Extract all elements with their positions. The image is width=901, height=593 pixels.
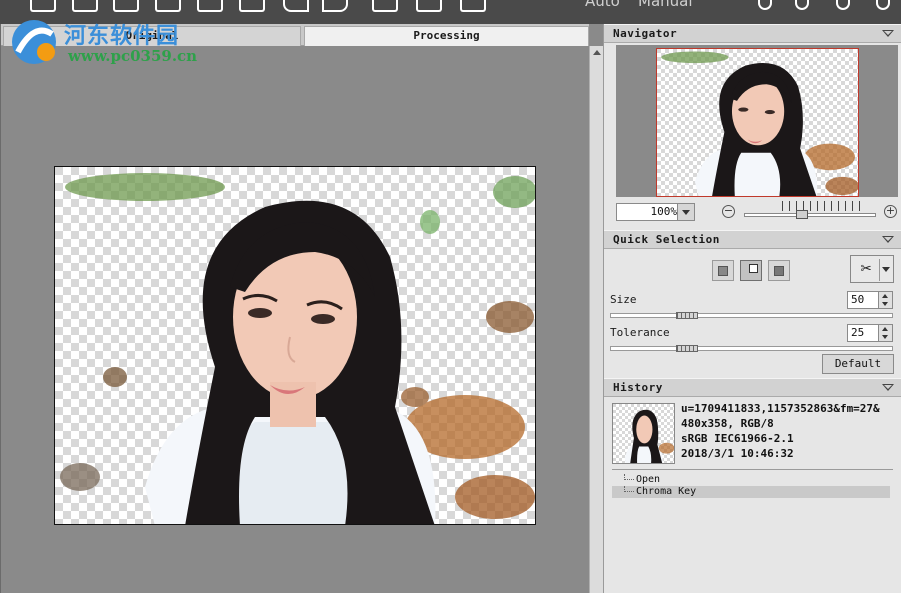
watermark-url: www.pc0359.cn	[68, 47, 198, 65]
add-selection-icon	[749, 264, 758, 273]
divider	[612, 469, 893, 470]
subtract-selection-icon	[774, 266, 784, 276]
history-title: History	[613, 381, 663, 394]
zoom-out-icon[interactable]: −	[722, 205, 735, 218]
image-canvas[interactable]	[54, 166, 536, 525]
help-icon[interactable]	[758, 0, 772, 10]
file-timestamp: 2018/3/1 10:46:32	[681, 447, 794, 460]
navigator-thumbnail	[661, 51, 858, 196]
right-panel: Navigator 100% − + Quick Selection ✂ Siz…	[603, 24, 901, 593]
history-item-open[interactable]: Open	[612, 474, 890, 486]
zoom-ticks	[782, 201, 862, 211]
tolerance-input[interactable]: 25	[847, 324, 879, 342]
zoom-slider[interactable]	[744, 213, 876, 217]
images-icon[interactable]	[197, 0, 223, 12]
collapse-icon[interactable]	[882, 236, 894, 243]
size-slider[interactable]	[610, 312, 893, 319]
portrait-image	[60, 173, 535, 524]
selection-mode-subtract-button[interactable]	[768, 260, 790, 281]
watermark-logo	[12, 20, 56, 64]
size-input[interactable]: 50	[847, 291, 879, 309]
tolerance-spinner[interactable]	[878, 324, 893, 342]
history-file-info: u=1709411833,1157352863&fm=27& 480x358, …	[681, 401, 899, 461]
save-icon[interactable]	[72, 0, 98, 12]
settings-icon[interactable]	[239, 0, 265, 12]
tab-processing[interactable]: Processing	[304, 26, 589, 46]
history-thumbnail	[612, 403, 675, 464]
quick-selection-header[interactable]: Quick Selection	[604, 230, 901, 249]
file-name: u=1709411833,1157352863&fm=27&	[681, 402, 880, 415]
crop-icon[interactable]	[372, 0, 398, 12]
history-item-chroma-key[interactable]: Chroma Key	[612, 486, 890, 498]
square-icon	[718, 266, 728, 276]
info-icon[interactable]	[795, 0, 809, 10]
scroll-up-icon[interactable]	[593, 50, 601, 55]
web-icon[interactable]	[155, 0, 181, 12]
mode-manual-tab[interactable]: Manual	[638, 0, 693, 10]
zoom-in-icon[interactable]: +	[884, 205, 897, 218]
tolerance-slider-thumb[interactable]	[676, 345, 698, 352]
history-item-label: Chroma Key	[636, 486, 697, 497]
history-header[interactable]: History	[604, 378, 901, 397]
redo-icon[interactable]	[322, 0, 348, 12]
print-icon[interactable]	[113, 0, 139, 12]
brush-tool-button[interactable]: ✂	[850, 255, 894, 283]
collapse-icon[interactable]	[882, 384, 894, 391]
mode-auto-tab[interactable]: Auto	[585, 0, 620, 10]
zoom-slider-thumb[interactable]	[796, 210, 808, 219]
size-spinner[interactable]	[878, 291, 893, 309]
share-icon[interactable]	[876, 0, 890, 10]
dropdown-icon[interactable]	[677, 203, 695, 221]
default-button[interactable]: Default	[822, 354, 894, 374]
watermark-title: 河东软件园	[64, 23, 180, 49]
navigator-header[interactable]: Navigator	[604, 24, 901, 43]
tolerance-slider[interactable]	[610, 345, 893, 352]
filter-icon[interactable]	[460, 0, 486, 12]
quick-selection-title: Quick Selection	[613, 233, 720, 246]
gear-icon[interactable]	[836, 0, 850, 10]
selection-mode-new-button[interactable]	[712, 260, 734, 281]
dropdown-icon[interactable]	[882, 267, 890, 272]
history-item-label: Open	[636, 474, 661, 485]
file-color-profile: sRGB IEC61966-2.1	[681, 432, 794, 445]
zoom-level-field[interactable]: 100%	[616, 203, 682, 221]
file-dimensions: 480x358, RGB/8	[681, 417, 774, 430]
size-slider-thumb[interactable]	[676, 312, 698, 319]
size-label: Size	[610, 293, 637, 306]
history-thumbnail-image	[624, 409, 674, 463]
selection-mode-add-button[interactable]	[740, 260, 762, 281]
navigator-viewport[interactable]	[656, 48, 859, 197]
tolerance-label: Tolerance	[610, 326, 670, 339]
vertical-scrollbar[interactable]	[589, 46, 603, 593]
brush-icon: ✂	[860, 258, 872, 279]
open-icon[interactable]	[30, 0, 56, 12]
mask-icon[interactable]	[416, 0, 442, 12]
undo-icon[interactable]	[283, 0, 309, 12]
navigator-title: Navigator	[613, 27, 678, 40]
collapse-icon[interactable]	[882, 30, 894, 37]
